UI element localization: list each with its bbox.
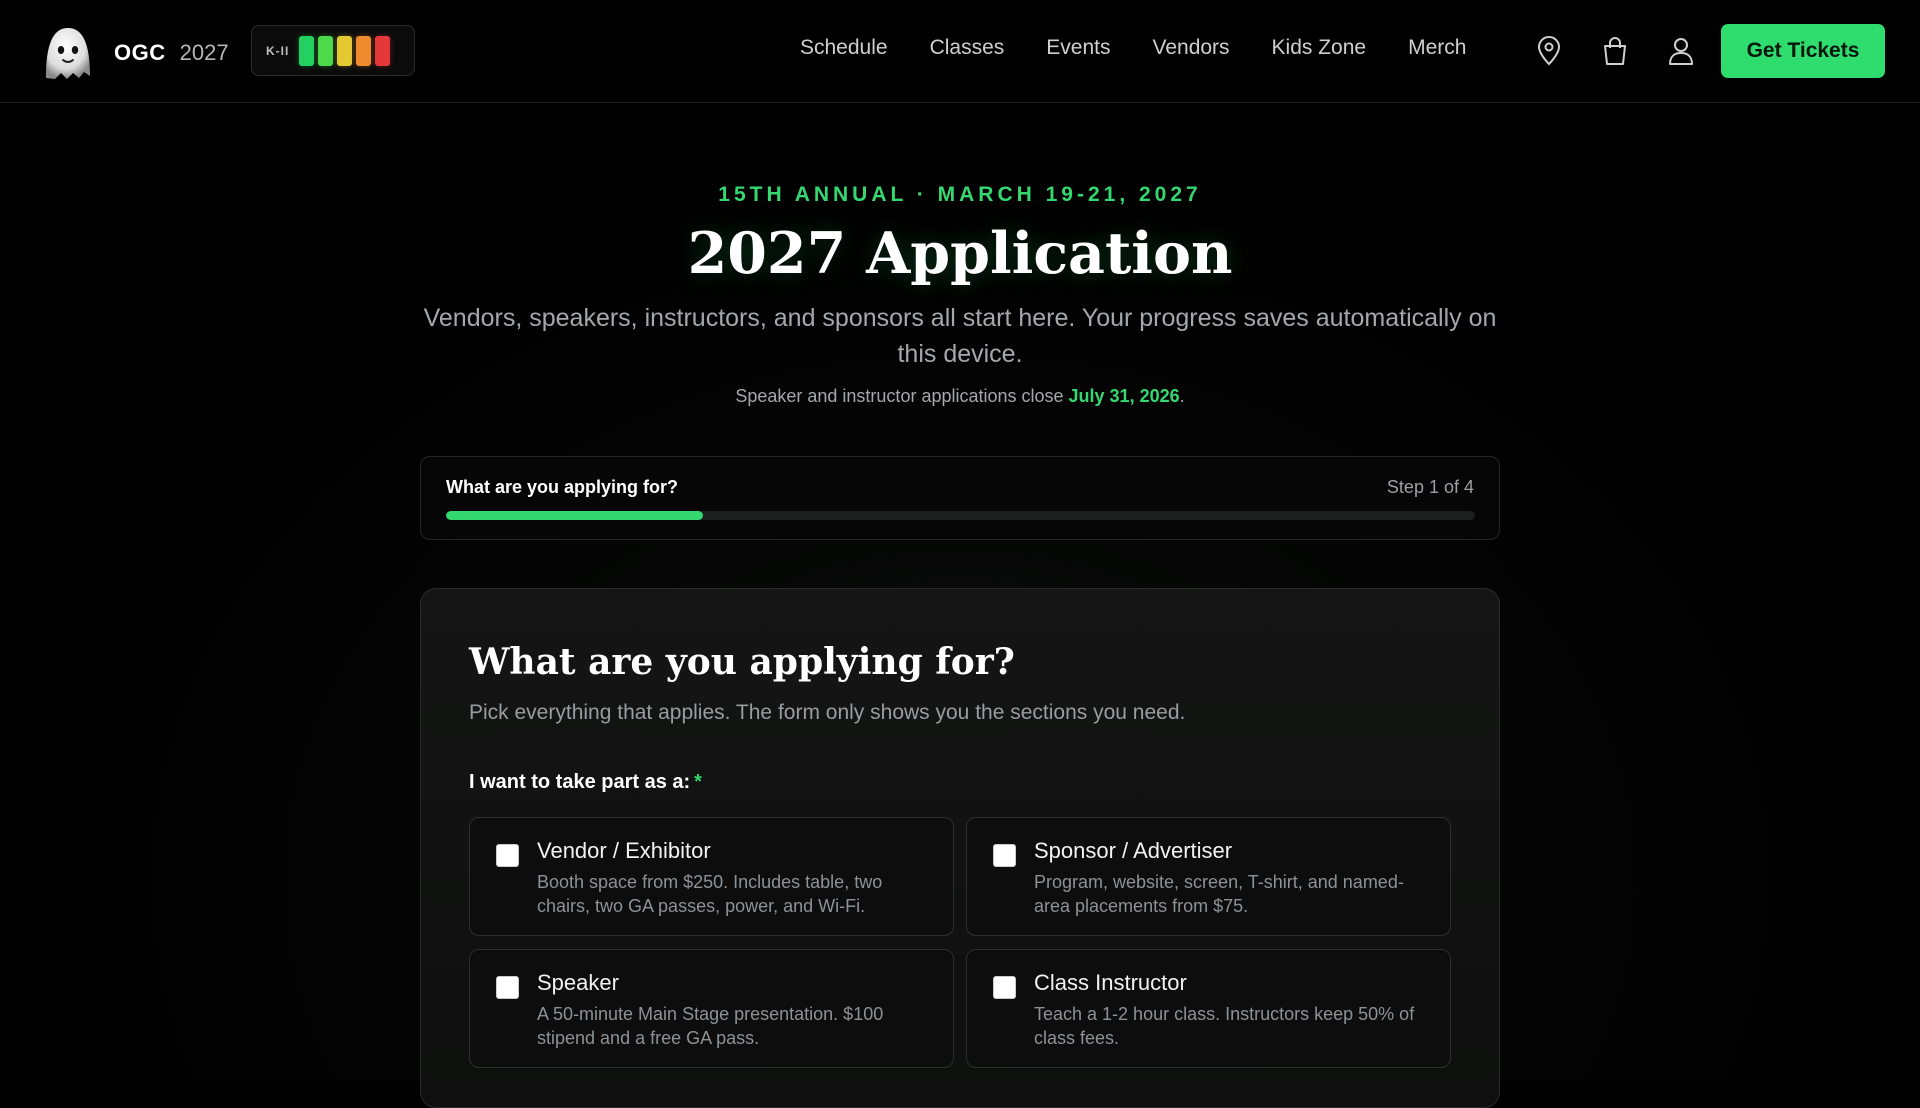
page-title: 2027 Application (687, 220, 1233, 287)
checkbox-sponsor[interactable] (993, 844, 1016, 867)
option-title: Speaker (537, 970, 619, 995)
option-speaker[interactable]: Speaker A 50-minute Main Stage presentat… (469, 949, 954, 1068)
brand-year: 2027 (179, 40, 229, 65)
checkbox-class-instructor[interactable] (993, 976, 1016, 999)
meter-bar-2 (318, 35, 334, 66)
checkbox-speaker[interactable] (496, 976, 519, 999)
logo-link[interactable]: OGC 2027 (36, 22, 229, 84)
nav-link-kids-zone[interactable]: Kids Zone (1272, 36, 1367, 60)
nav-link-classes[interactable]: Classes (930, 36, 1005, 60)
get-tickets-button[interactable]: Get Tickets (1721, 24, 1885, 78)
brand-name: OGC (114, 40, 166, 65)
option-description: Booth space from $250. Includes table, t… (537, 872, 883, 916)
meter-bar-1 (299, 35, 315, 66)
deadline-note: Speaker and instructor applications clos… (0, 386, 1920, 407)
meter-bar-5 (375, 35, 391, 66)
nav-link-events[interactable]: Events (1046, 36, 1110, 60)
shopping-bag-icon[interactable] (1601, 36, 1629, 66)
deadline-date: July 31, 2026 (1068, 386, 1180, 406)
participation-label: I want to take part as a: * (469, 771, 702, 794)
option-description: Program, website, screen, T-shirt, and n… (1034, 872, 1404, 916)
event-eyebrow: 15TH ANNUAL · MARCH 19-21, 2027 (718, 183, 1202, 206)
progress-bar-fill (446, 511, 704, 520)
k-meter-badge[interactable]: K-II (251, 25, 415, 76)
progress-card: What are you applying for? Step 1 of 4 (420, 456, 1500, 540)
form-title: What are you applying for? (469, 641, 1015, 683)
nav-link-merch[interactable]: Merch (1408, 36, 1466, 60)
nav-link-vendors[interactable]: Vendors (1152, 36, 1229, 60)
map-pin-icon[interactable] (1535, 36, 1563, 66)
option-sponsor[interactable]: Sponsor / Advertiser Program, website, s… (966, 817, 1451, 936)
ghost-logo-icon (46, 28, 90, 79)
option-title: Vendor / Exhibitor (537, 838, 711, 863)
k-meter-label: K-II (266, 43, 290, 58)
meter-bar-4 (356, 35, 372, 66)
progress-step-label: Step 1 of 4 (1386, 477, 1474, 497)
top-nav: OGC 2027 K-II Schedule Classes Events Ve… (0, 0, 1920, 103)
meter-bar-3 (337, 35, 353, 66)
form-description: Pick everything that applies. The form o… (469, 701, 1186, 724)
option-title: Sponsor / Advertiser (1034, 838, 1233, 863)
user-icon[interactable] (1667, 36, 1695, 66)
option-description: Teach a 1-2 hour class. Instructors keep… (1034, 1004, 1415, 1048)
required-mark: * (694, 771, 702, 793)
deadline-suffix: . (1179, 386, 1185, 406)
option-class-instructor[interactable]: Class Instructor Teach a 1-2 hour class.… (966, 949, 1451, 1068)
nav-links: Schedule Classes Events Vendors Kids Zon… (800, 36, 1508, 60)
option-description: A 50-minute Main Stage presentation. $10… (537, 1004, 884, 1048)
option-title: Class Instructor (1034, 970, 1187, 995)
deadline-prefix: Speaker and instructor applications clos… (735, 386, 1069, 406)
progress-bar (446, 511, 1475, 520)
nav-link-schedule[interactable]: Schedule (800, 36, 888, 60)
checkbox-vendor[interactable] (496, 844, 519, 867)
option-vendor[interactable]: Vendor / Exhibitor Booth space from $250… (469, 817, 954, 936)
page-subtitle: Vendors, speakers, instructors, and spon… (423, 304, 1497, 368)
application-form-card: What are you applying for? Pick everythi… (420, 588, 1500, 1108)
participation-label-text: I want to take part as a: (469, 771, 691, 793)
progress-title: What are you applying for? (446, 477, 679, 497)
